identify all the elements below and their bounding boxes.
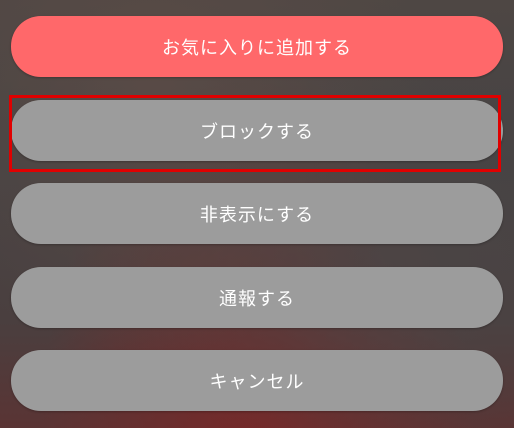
hide-button[interactable]: 非表示にする xyxy=(11,183,503,244)
report-button[interactable]: 通報する xyxy=(11,267,503,328)
block-button[interactable]: ブロックする xyxy=(11,100,503,161)
add-to-favorites-button[interactable]: お気に入りに追加する xyxy=(11,16,503,77)
cancel-button[interactable]: キャンセル xyxy=(11,350,503,411)
